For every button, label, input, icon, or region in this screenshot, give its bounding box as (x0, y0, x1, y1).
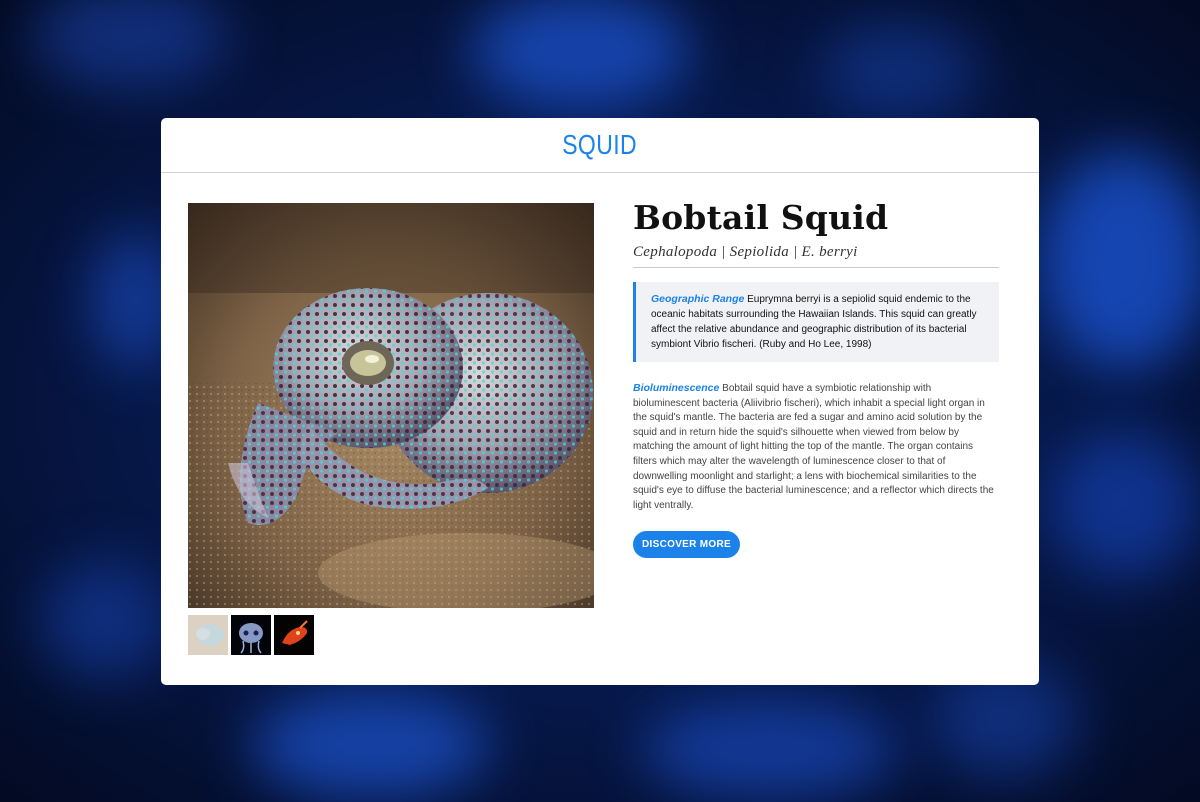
discover-more-button[interactable]: DISCOVER MORE (633, 531, 740, 559)
main-species-photo (188, 203, 594, 608)
bioluminescence-text: Bobtail squid have a symbiotic relations… (633, 383, 994, 511)
geographic-range-label: Geographic Range (651, 293, 745, 305)
bioluminescence-paragraph: Bioluminescence Bobtail squid have a sym… (633, 381, 999, 513)
bioluminescence-label: Bioluminescence (633, 382, 720, 394)
thumbnail-glass-squid[interactable] (231, 615, 271, 655)
species-card: SQUID Bobtail Squid Cephalopoda | Sepiol… (161, 118, 1039, 685)
species-info: Bobtail Squid Cephalopoda | Sepiolida | … (633, 198, 999, 559)
thumbnail-red-squid[interactable] (274, 615, 314, 655)
geographic-range-callout: Geographic Range Euprymna berryi is a se… (633, 282, 999, 362)
page-title: SQUID (562, 129, 638, 160)
thumbnail-strip (188, 615, 314, 655)
card-header: SQUID (161, 118, 1039, 173)
thumbnail-bobtail-squid[interactable] (188, 615, 228, 655)
species-name: Bobtail Squid (633, 198, 889, 237)
taxonomy-line: Cephalopoda | Sepiolida | E. berryi (633, 244, 999, 268)
